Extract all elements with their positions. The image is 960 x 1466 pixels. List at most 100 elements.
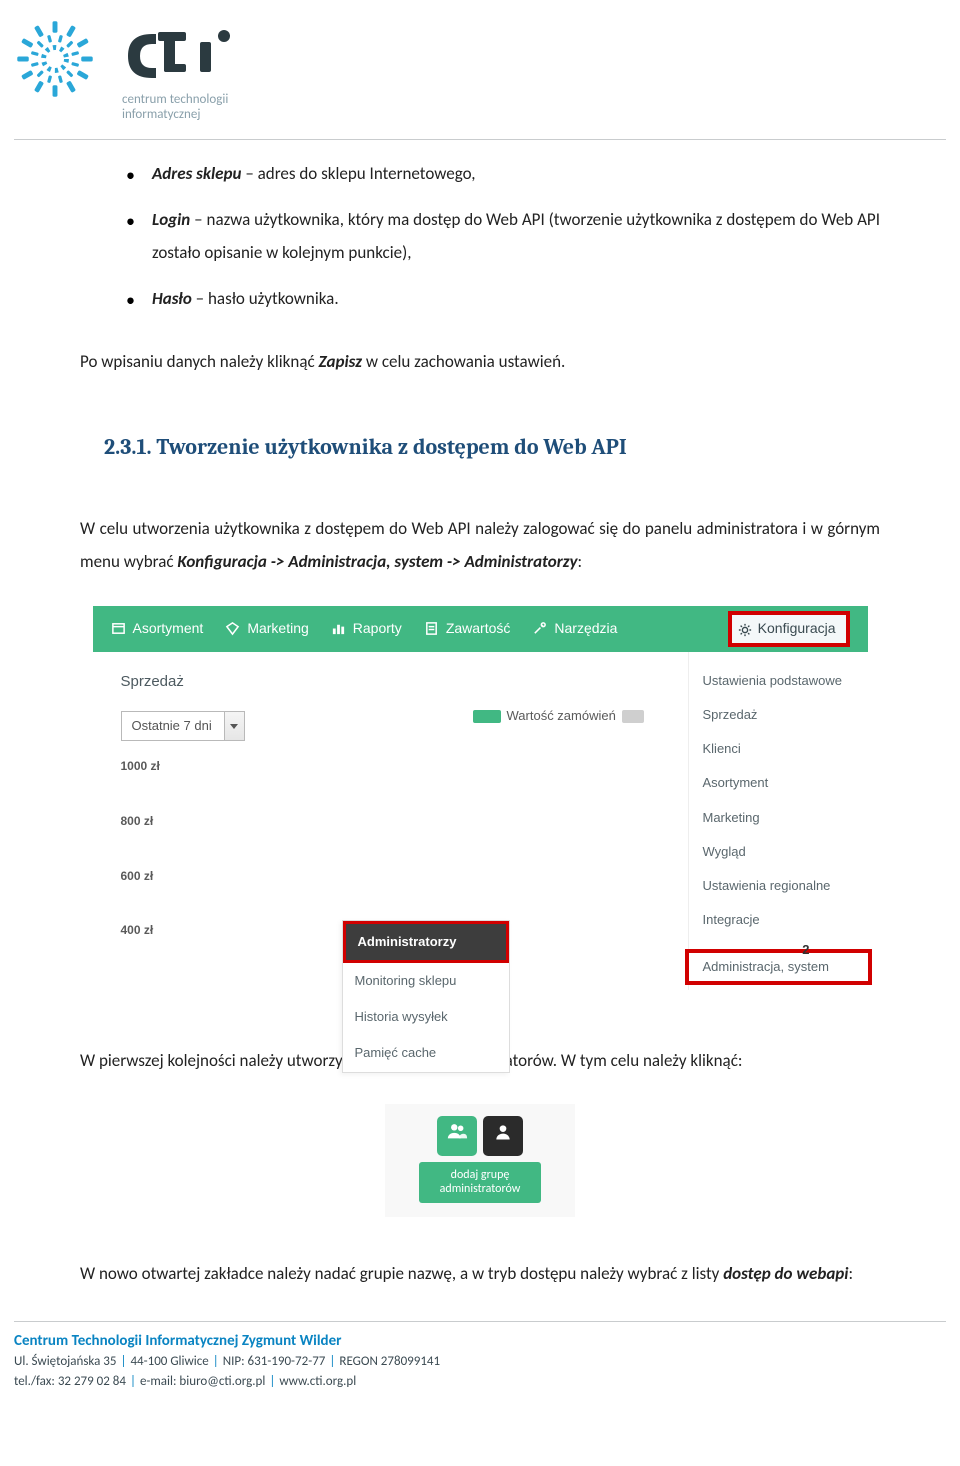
bullet-item: Hasło – hasło użytkownika. (126, 283, 880, 315)
nav-marketing[interactable]: Marketing (225, 618, 308, 640)
screenshot-admin-menu: Asortyment Marketing Raporty (93, 606, 868, 990)
submenu-item-cache[interactable]: Pamięć cache (343, 1035, 509, 1071)
count-badge: 2 (802, 940, 809, 960)
footer-tel-label: tel./fax: (14, 1374, 58, 1389)
nav-narzedzia[interactable]: Narzędzia (532, 618, 617, 640)
logo-text: centrum technologii informatycznej (122, 18, 242, 123)
footer-email-label: e-mail: (140, 1374, 179, 1389)
footer-nip: 631-190-72-77 (248, 1354, 326, 1369)
tools-icon (532, 621, 547, 636)
nav-label: Raporty (353, 618, 402, 640)
menu-item-administracja-highlighted[interactable]: Administracja, system (685, 949, 872, 985)
nav-zawartosc[interactable]: Zawartość (424, 618, 511, 640)
gear-icon (738, 622, 752, 636)
text: : (848, 1263, 853, 1284)
tag-icon (225, 621, 240, 636)
tooltip-add-group: dodaj grupę administratorów (419, 1162, 541, 1203)
submenu-item-monitoring[interactable]: Monitoring sklepu (343, 963, 509, 999)
intro-paragraph: W celu utworzenia użytkownika z dostępem… (80, 512, 880, 578)
nav-label: Zawartość (446, 618, 511, 640)
text: w celu zachowania ustawień. (362, 351, 565, 372)
bar-chart-icon (331, 621, 346, 636)
menu-item[interactable]: Asortyment (703, 766, 854, 800)
footer-tel: 32 279 02 84 (58, 1374, 126, 1389)
header-divider (14, 139, 946, 140)
text: Po wpisaniu danych należy kliknąć (80, 351, 319, 372)
dropdown-label: Ostatnie 7 dni (122, 712, 224, 740)
submenu-item-historia[interactable]: Historia wysyłek (343, 999, 509, 1035)
ytick: 1000 zł (121, 757, 688, 776)
document-icon (424, 621, 439, 636)
emph: Konfiguracja -> Administracja, system ->… (177, 551, 577, 572)
users-icon (446, 1120, 468, 1152)
tooltip-line: dodaj grupę (451, 1168, 510, 1182)
menu-item[interactable]: Marketing (703, 801, 854, 835)
page-header: centrum technologii informatycznej (14, 0, 946, 139)
submenu-administracja: Administratorzy Monitoring sklepu Histor… (342, 920, 510, 1073)
save-paragraph: Po wpisaniu danych należy kliknąć Zapisz… (80, 349, 880, 375)
add-group-button[interactable] (437, 1116, 477, 1156)
footer-nip-label: NIP: (223, 1354, 248, 1369)
chart-legend: Wartość zamówień (473, 706, 644, 726)
closing-paragraph: W nowo otwartej zakładce należy nadać gr… (80, 1257, 880, 1291)
section-heading: 2.3.1. Tworzenie użytkownika z dostępem … (104, 430, 880, 464)
menu-item[interactable]: Klienci (703, 732, 854, 766)
legend-swatch-green (473, 710, 501, 723)
topnav: Asortyment Marketing Raporty (93, 606, 868, 652)
nav-label: Asortyment (133, 618, 204, 640)
tooltip-line: administratorów (440, 1182, 521, 1196)
menu-item[interactable]: Sprzedaż (703, 698, 854, 732)
ytick: 800 zł (121, 812, 688, 831)
footer-www-link[interactable]: www.cti.org.pl (279, 1374, 356, 1389)
panel-left: Sprzedaż Ostatnie 7 dni Wartość zamówień… (93, 652, 688, 990)
footer-city: 44-100 Gliwice (130, 1354, 208, 1369)
footer-address: Ul. Świętojańska 35 (14, 1354, 116, 1369)
footer-owner: Zygmunt Wilder (238, 1332, 341, 1350)
menu-item[interactable]: Ustawienia podstawowe (703, 664, 854, 698)
bullet-rest: – nazwa użytkownika, który ma dostęp do … (152, 209, 880, 262)
emph: dostęp do webapi (723, 1263, 848, 1284)
footer-email-link[interactable]: biuro@cti.org.pl (179, 1374, 265, 1389)
nav-asortyment[interactable]: Asortyment (111, 618, 204, 640)
tagline-line2: informatycznej (122, 107, 200, 122)
date-range-dropdown[interactable]: Ostatnie 7 dni (121, 711, 245, 741)
page-footer: Centrum Technologii Informatycznej Zygmu… (14, 1330, 946, 1412)
nav-raporty[interactable]: Raporty (331, 618, 402, 640)
bullet-term: Adres sklepu (152, 163, 241, 184)
menu-item[interactable]: Ustawienia regionalne (703, 869, 854, 903)
footer-regon: 278099141 (381, 1354, 440, 1369)
package-icon (111, 621, 126, 636)
bullet-list: Adres sklepu – adres do sklepu Interneto… (80, 158, 880, 315)
bullet-item: Login – nazwa użytkownika, który ma dost… (126, 204, 880, 269)
brand-tagline: centrum technologii informatycznej (122, 93, 242, 123)
screenshot-body: Sprzedaż Ostatnie 7 dni Wartość zamówień… (93, 652, 868, 990)
menu-item[interactable]: Wygląd (703, 835, 854, 869)
y-axis-ticks: 1000 zł 800 zł 600 zł 400 zł (121, 757, 688, 939)
add-admin-button[interactable] (483, 1116, 523, 1156)
screenshot-add-group-button: dodaj grupę administratorów (385, 1104, 575, 1217)
dropdown-menu-konfiguracja: Ustawienia podstawowe Sprzedaż Klienci A… (688, 652, 868, 990)
text: W nowo otwartej zakładce należy nadać gr… (80, 1263, 723, 1284)
logo-mark (14, 18, 96, 100)
nav-label: Narzędzia (554, 618, 617, 640)
brand-wordmark (122, 24, 242, 87)
ytick: 600 zł (121, 867, 688, 886)
footer-divider (14, 1321, 946, 1322)
bullet-item: Adres sklepu – adres do sklepu Interneto… (126, 158, 880, 190)
bullet-rest: – adres do sklepu Internetowego, (241, 163, 475, 184)
nav-konfiguracja-highlighted[interactable]: Konfiguracja (728, 611, 850, 647)
bullet-term: Hasło (152, 288, 192, 309)
legend-swatch-grey (622, 710, 644, 723)
footer-company: Centrum Technologii Informatycznej (14, 1332, 238, 1350)
legend-label: Wartość zamówień (507, 706, 616, 726)
chevron-down-icon (224, 712, 244, 740)
nav-label: Marketing (247, 618, 308, 640)
tagline-line1: centrum technologii (122, 92, 228, 107)
submenu-item-administratorzy[interactable]: Administratorzy (343, 921, 509, 963)
nav-label: Konfiguracja (758, 618, 836, 640)
menu-item[interactable]: Integracje (703, 903, 854, 937)
bullet-term: Login (152, 209, 190, 230)
panel-title: Sprzedaż (121, 670, 688, 693)
emph: Zapisz (319, 351, 362, 372)
text: : (577, 551, 582, 572)
